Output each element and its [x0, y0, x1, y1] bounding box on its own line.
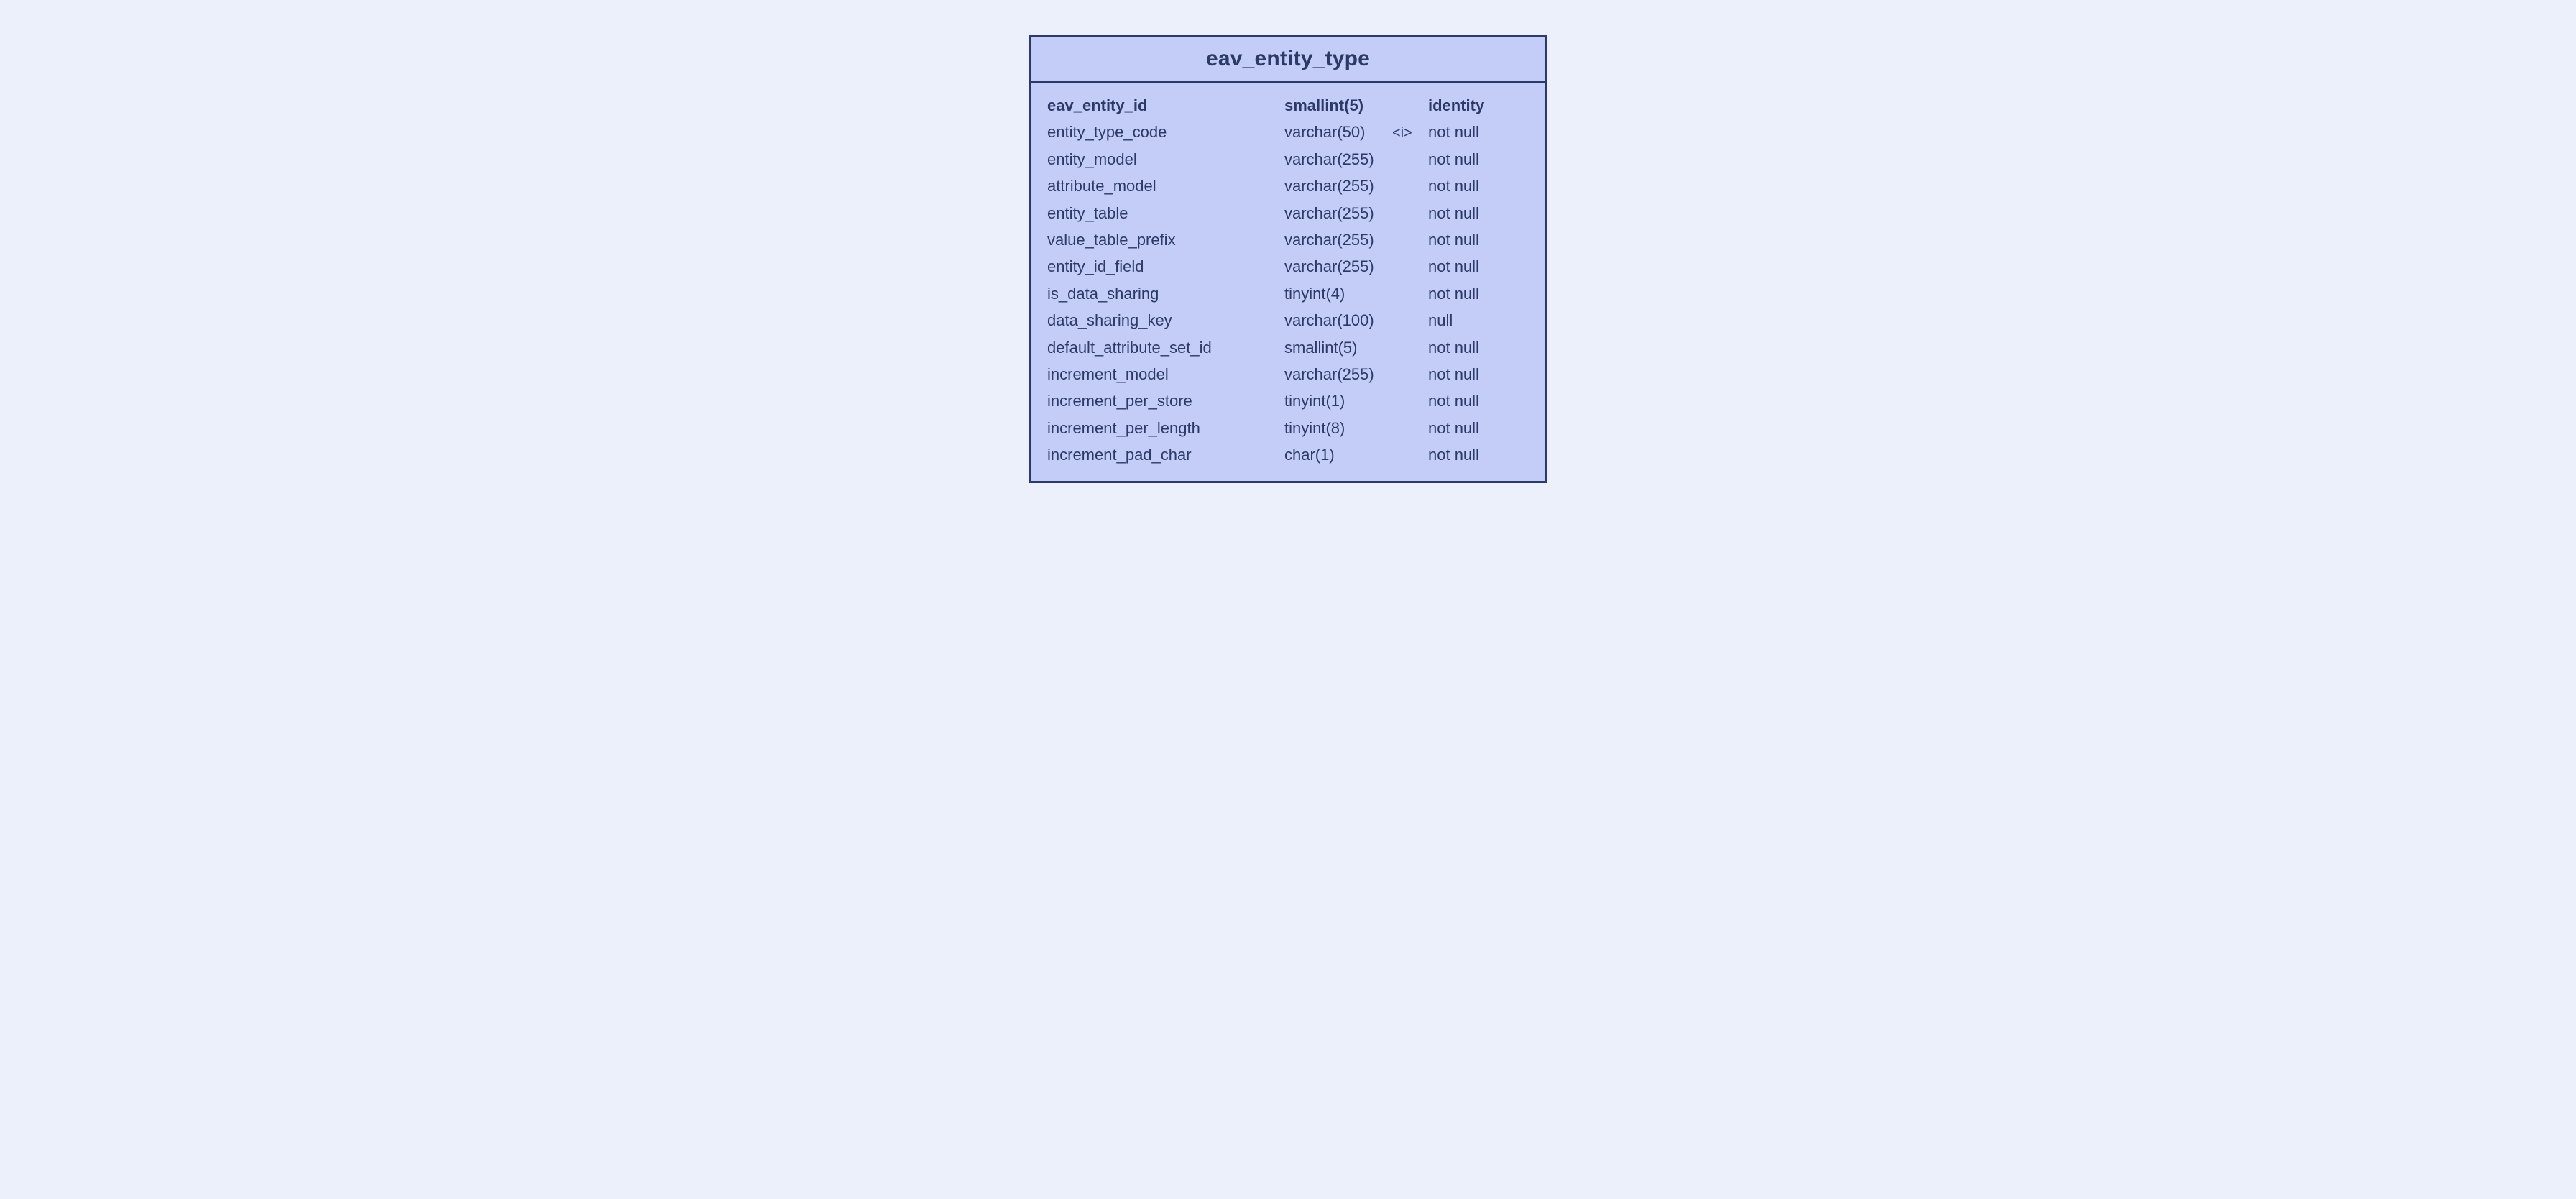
db-column-type: varchar(255): [1284, 253, 1392, 280]
db-column-name: data_sharing_key: [1047, 307, 1284, 334]
db-column-nullability: not null: [1428, 253, 1529, 280]
db-column-row: entity_id_field varchar(255) not null: [1047, 253, 1529, 280]
db-column-name: attribute_model: [1047, 173, 1284, 199]
db-column-nullability: not null: [1428, 280, 1529, 307]
db-column-index-marker: <i>: [1392, 121, 1428, 145]
db-column-name: increment_pad_char: [1047, 441, 1284, 468]
db-column-type: varchar(50): [1284, 119, 1392, 145]
db-table-card: eav_entity_type eav_entity_id smallint(5…: [1029, 35, 1547, 483]
db-column-name: value_table_prefix: [1047, 226, 1284, 253]
db-column-name: entity_model: [1047, 146, 1284, 173]
db-column-name: default_attribute_set_id: [1047, 334, 1284, 361]
db-column-row: entity_model varchar(255) not null: [1047, 146, 1529, 173]
db-column-name: entity_table: [1047, 200, 1284, 226]
db-column-row: is_data_sharing tinyint(4) not null: [1047, 280, 1529, 307]
db-column-name: entity_type_code: [1047, 119, 1284, 145]
db-column-type: tinyint(8): [1284, 415, 1392, 441]
db-column-row: entity_table varchar(255) not null: [1047, 200, 1529, 226]
db-column-nullability: not null: [1428, 119, 1529, 145]
db-column-row: increment_per_store tinyint(1) not null: [1047, 387, 1529, 414]
db-column-row-pk: eav_entity_id smallint(5) identity: [1047, 92, 1529, 119]
db-column-nullability: not null: [1428, 415, 1529, 441]
db-column-row: increment_model varchar(255) not null: [1047, 361, 1529, 387]
db-column-row: increment_pad_char char(1) not null: [1047, 441, 1529, 468]
db-table-title: eav_entity_type: [1031, 37, 1545, 83]
db-column-name: increment_model: [1047, 361, 1284, 387]
db-column-type: varchar(255): [1284, 173, 1392, 199]
db-column-nullability: not null: [1428, 173, 1529, 199]
db-column-name: increment_per_store: [1047, 387, 1284, 414]
db-column-nullability: not null: [1428, 200, 1529, 226]
db-column-nullability: not null: [1428, 146, 1529, 173]
db-column-nullability: not null: [1428, 334, 1529, 361]
db-column-type: varchar(255): [1284, 226, 1392, 253]
db-column-nullability: null: [1428, 307, 1529, 334]
db-column-type: varchar(255): [1284, 361, 1392, 387]
db-column-name: increment_per_length: [1047, 415, 1284, 441]
db-column-type: tinyint(4): [1284, 280, 1392, 307]
db-column-row: attribute_model varchar(255) not null: [1047, 173, 1529, 199]
db-column-nullability: not null: [1428, 387, 1529, 414]
db-column-row: value_table_prefix varchar(255) not null: [1047, 226, 1529, 253]
db-column-nullability: identity: [1428, 92, 1529, 119]
db-column-nullability: not null: [1428, 226, 1529, 253]
db-column-name: eav_entity_id: [1047, 92, 1284, 119]
db-column-type: smallint(5): [1284, 334, 1392, 361]
diagram-canvas: eav_entity_type eav_entity_id smallint(5…: [0, 0, 2576, 1199]
db-column-type: smallint(5): [1284, 92, 1392, 119]
db-column-type: char(1): [1284, 441, 1392, 468]
db-column-row: default_attribute_set_id smallint(5) not…: [1047, 334, 1529, 361]
db-column-row: data_sharing_key varchar(100) null: [1047, 307, 1529, 334]
db-column-name: is_data_sharing: [1047, 280, 1284, 307]
db-column-type: varchar(255): [1284, 146, 1392, 173]
db-column-type: varchar(100): [1284, 307, 1392, 334]
db-column-name: entity_id_field: [1047, 253, 1284, 280]
db-column-nullability: not null: [1428, 441, 1529, 468]
db-column-nullability: not null: [1428, 361, 1529, 387]
db-column-type: varchar(255): [1284, 200, 1392, 226]
db-column-row: entity_type_code varchar(50) <i> not nul…: [1047, 119, 1529, 145]
db-table-columns: eav_entity_id smallint(5) identity entit…: [1031, 83, 1545, 481]
db-column-type: tinyint(1): [1284, 387, 1392, 414]
db-column-row: increment_per_length tinyint(8) not null: [1047, 415, 1529, 441]
